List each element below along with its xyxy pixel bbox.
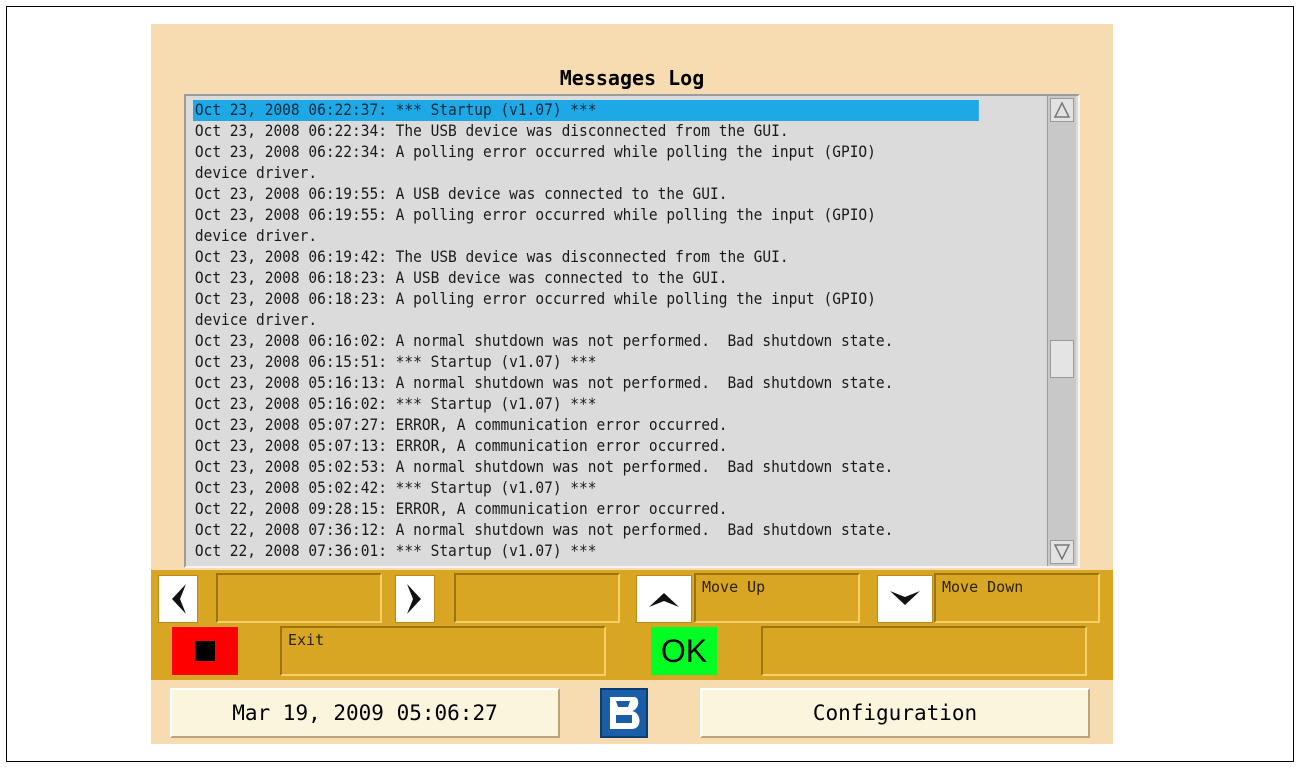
log-line[interactable]: Oct 23, 2008 05:16:02: *** Startup (v1.0… bbox=[193, 394, 979, 415]
window-title: Messages Log bbox=[559, 66, 705, 90]
datetime-display: Mar 19, 2009 05:06:27 bbox=[170, 688, 560, 738]
move-down-field: Move Down bbox=[934, 573, 1100, 623]
previous-field bbox=[216, 573, 382, 623]
log-line[interactable]: device driver. bbox=[193, 163, 979, 184]
log-line[interactable]: Oct 22, 2008 07:36:01: *** Startup (v1.0… bbox=[193, 541, 979, 562]
log-line[interactable]: Oct 23, 2008 06:18:23: A polling error o… bbox=[193, 289, 979, 310]
stop-icon bbox=[195, 641, 215, 661]
move-up-field: Move Up bbox=[694, 573, 860, 623]
right-arrow-icon bbox=[407, 584, 421, 614]
ok-button[interactable]: OK bbox=[651, 627, 717, 675]
log-line[interactable]: Oct 23, 2008 06:15:51: *** Startup (v1.0… bbox=[193, 352, 979, 373]
log-line[interactable]: device driver. bbox=[193, 310, 979, 331]
log-line[interactable]: Oct 23, 2008 05:07:13: ERROR, A communic… bbox=[193, 436, 979, 457]
log-line[interactable]: Oct 23, 2008 06:19:42: The USB device wa… bbox=[193, 247, 979, 268]
scroll-down-icon bbox=[1053, 544, 1071, 561]
log-line[interactable]: Oct 23, 2008 06:18:23: A USB device was … bbox=[193, 268, 979, 289]
log-line[interactable]: Oct 23, 2008 06:22:34: A polling error o… bbox=[193, 142, 979, 163]
next-field bbox=[454, 573, 620, 623]
scroll-up-button[interactable] bbox=[1050, 98, 1074, 122]
previous-button[interactable] bbox=[158, 575, 198, 623]
next-button[interactable] bbox=[395, 575, 435, 623]
log-line[interactable]: device driver. bbox=[193, 226, 979, 247]
log-line[interactable]: Oct 23, 2008 06:22:34: The USB device wa… bbox=[193, 121, 979, 142]
down-arrow-icon bbox=[890, 591, 920, 605]
move-up-button[interactable] bbox=[636, 575, 692, 623]
move-down-button[interactable] bbox=[877, 575, 933, 623]
left-arrow-icon bbox=[172, 584, 186, 614]
configuration-button[interactable]: Configuration bbox=[700, 688, 1090, 738]
log-line[interactable]: Oct 23, 2008 05:07:27: ERROR, A communic… bbox=[193, 415, 979, 436]
log-line[interactable]: Oct 22, 2008 07:36:12: A normal shutdown… bbox=[193, 520, 979, 541]
log-line[interactable]: Oct 22, 2008 09:28:15: ERROR, A communic… bbox=[193, 499, 979, 520]
scroll-up-icon bbox=[1053, 101, 1071, 118]
exit-button[interactable] bbox=[172, 627, 238, 675]
up-arrow-icon bbox=[649, 593, 679, 607]
log-line[interactable]: Oct 23, 2008 05:16:13: A normal shutdown… bbox=[193, 373, 979, 394]
log-line[interactable]: Oct 23, 2008 06:16:02: A normal shutdown… bbox=[193, 331, 979, 352]
log-line[interactable]: Oct 23, 2008 06:22:37: *** Startup (v1.0… bbox=[193, 100, 979, 121]
ok-field bbox=[761, 626, 1087, 676]
log-lines[interactable]: Oct 23, 2008 06:22:37: *** Startup (v1.0… bbox=[193, 100, 1038, 562]
scroll-thumb[interactable] bbox=[1050, 340, 1074, 378]
log-line[interactable]: Oct 23, 2008 05:02:53: A normal shutdown… bbox=[193, 457, 979, 478]
logo-glyph bbox=[610, 697, 640, 729]
log-line[interactable]: Oct 23, 2008 05:02:42: *** Startup (v1.0… bbox=[193, 478, 979, 499]
scroll-down-button[interactable] bbox=[1050, 540, 1074, 564]
logo-icon[interactable] bbox=[600, 688, 648, 738]
vertical-scrollbar[interactable] bbox=[1047, 96, 1076, 566]
messages-log-list[interactable]: Oct 23, 2008 06:22:37: *** Startup (v1.0… bbox=[184, 94, 1080, 568]
log-line[interactable]: Oct 23, 2008 06:19:55: A polling error o… bbox=[193, 205, 979, 226]
log-line[interactable]: Oct 23, 2008 06:19:55: A USB device was … bbox=[193, 184, 979, 205]
exit-field: Exit bbox=[280, 626, 606, 676]
